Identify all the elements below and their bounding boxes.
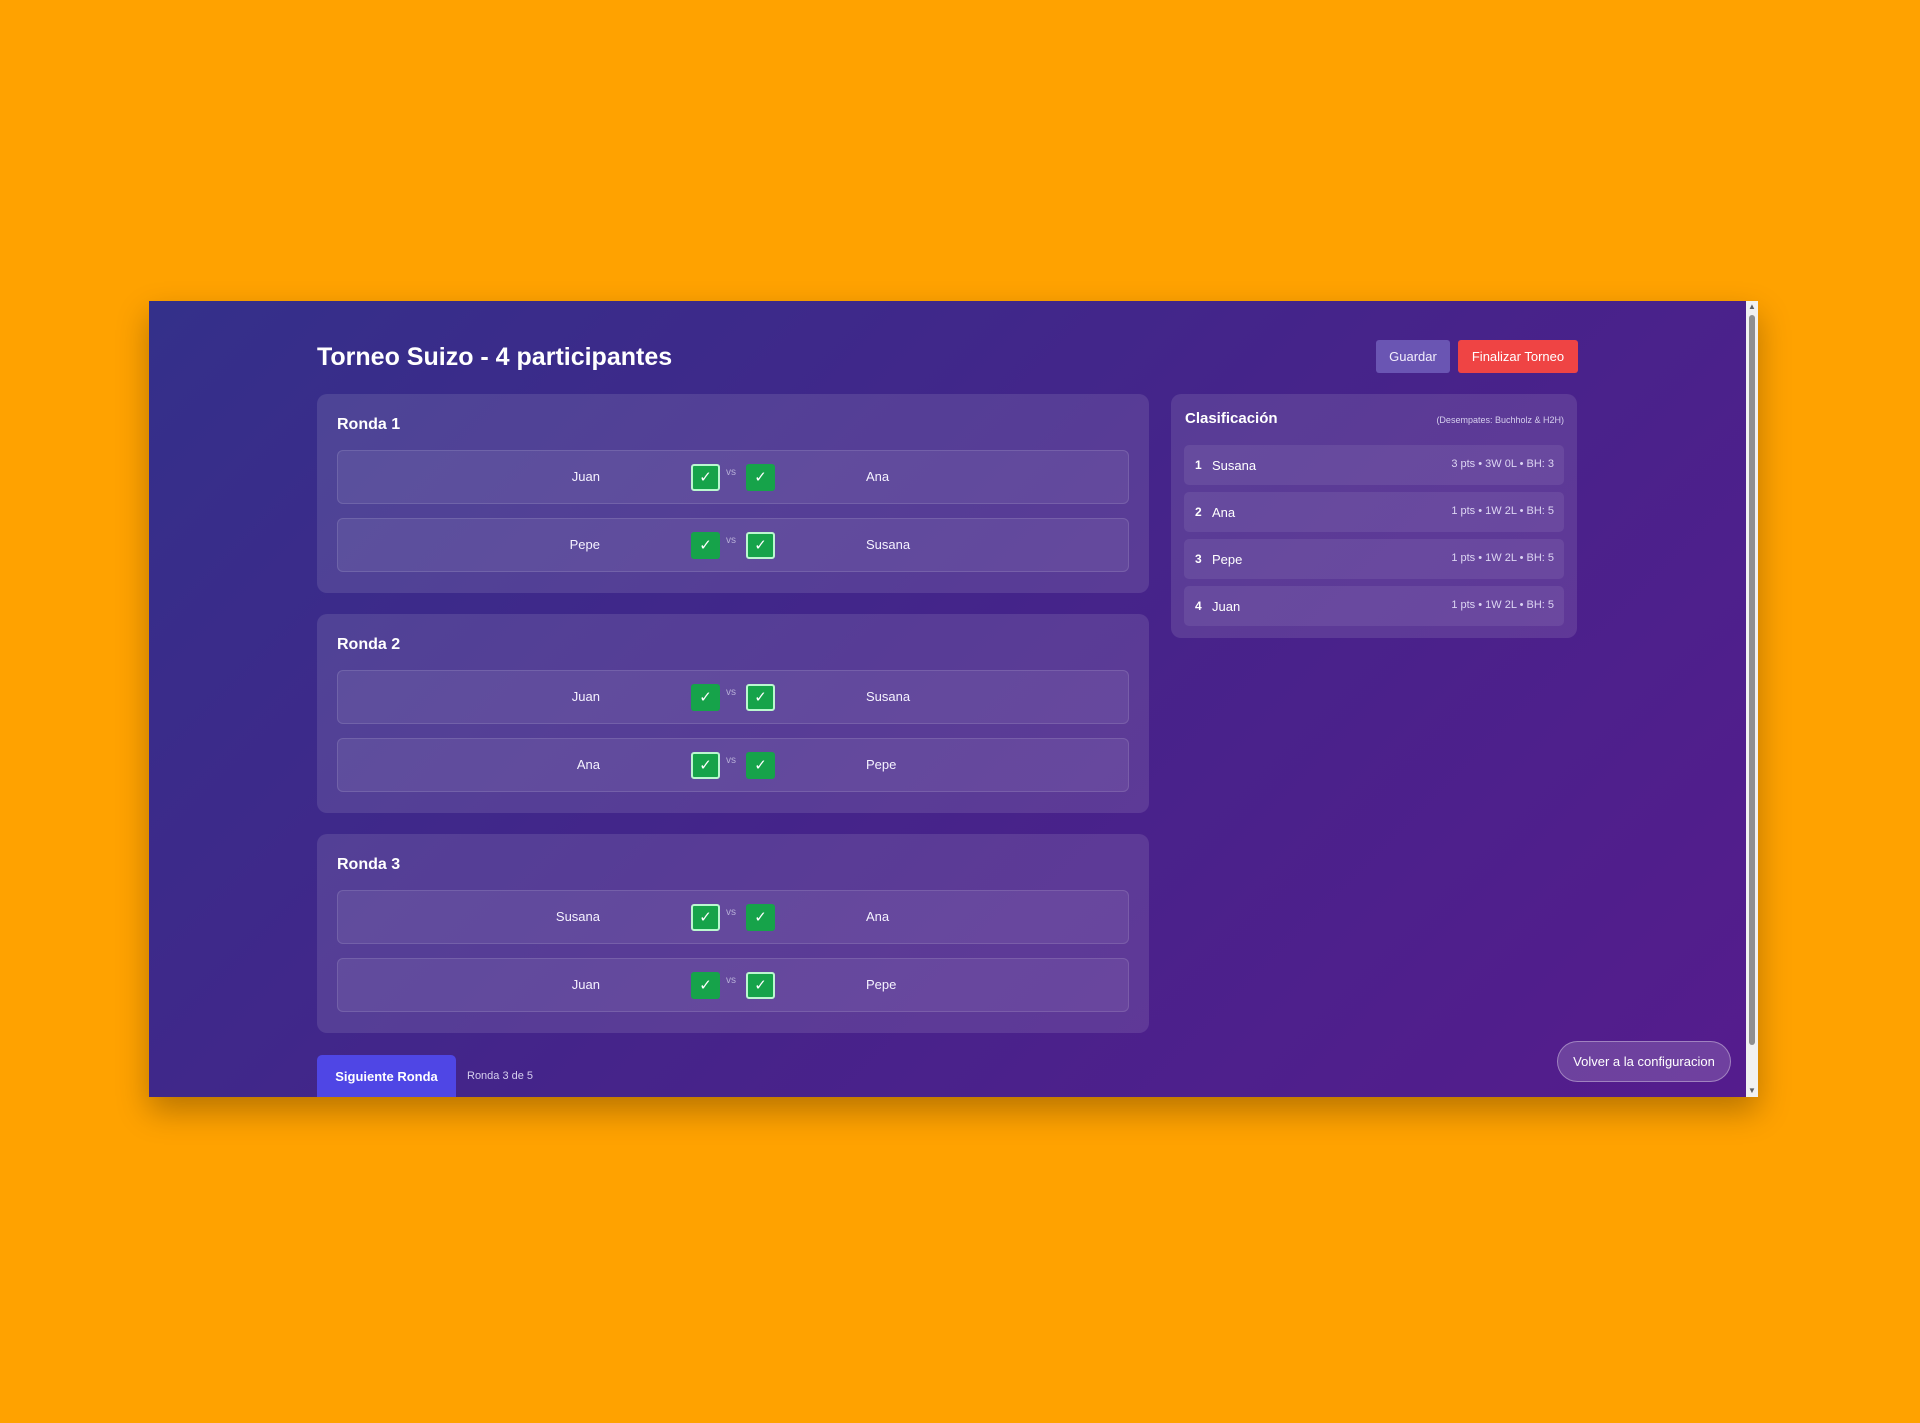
player-left-name: Juan xyxy=(571,469,600,484)
round-status: Ronda 3 de 5 xyxy=(467,1070,534,1082)
match-row: Juan ✓ vs ✓ Susana xyxy=(337,670,1129,724)
scrollbar-thumb[interactable] xyxy=(1749,315,1755,1045)
back-to-settings-button[interactable]: Volver a la configuracion xyxy=(1557,1041,1731,1082)
player-left-name: Ana xyxy=(576,757,600,772)
standings-row: 1 Susana 3 pts • 3W 0L • BH: 3 xyxy=(1184,445,1564,485)
vs-label: vs xyxy=(726,687,736,698)
check-icon[interactable]: ✓ xyxy=(691,684,720,711)
check-icon[interactable]: ✓ xyxy=(746,532,775,559)
page-title: Torneo Suizo - 4 participantes xyxy=(317,343,673,371)
scrollbar[interactable]: ▲ ▼ xyxy=(1746,301,1758,1097)
standings-rank: 2 xyxy=(1195,505,1202,519)
save-button[interactable]: Guardar xyxy=(1376,340,1450,373)
check-icon[interactable]: ✓ xyxy=(746,752,775,779)
standings-panel: Clasificación (Desempates: Buchholz & H2… xyxy=(1171,394,1577,638)
standings-stats: 3 pts • 3W 0L • BH: 3 xyxy=(1451,458,1554,470)
standings-row: 4 Juan 1 pts • 1W 2L • BH: 5 xyxy=(1184,586,1564,626)
player-right-name: Pepe xyxy=(866,977,897,992)
vs-label: vs xyxy=(726,535,736,546)
vs-label: vs xyxy=(726,467,736,478)
finish-tournament-button[interactable]: Finalizar Torneo xyxy=(1458,340,1578,373)
check-icon[interactable]: ✓ xyxy=(691,972,720,999)
check-icon[interactable]: ✓ xyxy=(691,752,720,779)
player-right-name: Pepe xyxy=(866,757,897,772)
standings-stats: 1 pts • 1W 2L • BH: 5 xyxy=(1451,599,1554,611)
player-left-name: Juan xyxy=(571,977,600,992)
tiebreak-note: (Desempates: Buchholz & H2H) xyxy=(1436,415,1564,425)
next-round-button[interactable]: Siguiente Ronda xyxy=(317,1055,456,1097)
round-title: Ronda 2 xyxy=(337,636,401,653)
app-window: Torneo Suizo - 4 participantes Guardar F… xyxy=(149,301,1758,1097)
round-title: Ronda 3 xyxy=(337,856,401,873)
scroll-down-arrow-icon[interactable]: ▼ xyxy=(1746,1085,1758,1097)
check-icon[interactable]: ✓ xyxy=(746,684,775,711)
player-left-name: Pepe xyxy=(569,537,600,552)
vs-label: vs xyxy=(726,755,736,766)
match-row: Susana ✓ vs ✓ Ana xyxy=(337,890,1129,944)
standings-stats: 1 pts • 1W 2L • BH: 5 xyxy=(1451,505,1554,517)
check-icon[interactable]: ✓ xyxy=(691,464,720,491)
round-card-1: Ronda 1 Juan ✓ vs ✓ Ana Pepe ✓ vs ✓ Susa… xyxy=(317,394,1149,593)
check-icon[interactable]: ✓ xyxy=(746,904,775,931)
standings-name: Juan xyxy=(1212,599,1241,614)
standings-rank: 4 xyxy=(1195,599,1202,613)
check-icon[interactable]: ✓ xyxy=(746,972,775,999)
standings-row: 2 Ana 1 pts • 1W 2L • BH: 5 xyxy=(1184,492,1564,532)
standings-stats: 1 pts • 1W 2L • BH: 5 xyxy=(1451,552,1554,564)
player-left-name: Susana xyxy=(555,909,600,924)
player-right-name: Susana xyxy=(866,689,911,704)
check-icon[interactable]: ✓ xyxy=(691,904,720,931)
standings-rank: 1 xyxy=(1195,458,1202,472)
round-title: Ronda 1 xyxy=(337,416,401,433)
standings-rank: 3 xyxy=(1195,552,1202,566)
player-left-name: Juan xyxy=(571,689,600,704)
player-right-name: Susana xyxy=(866,537,911,552)
standings-title: Clasificación xyxy=(1185,410,1278,427)
vs-label: vs xyxy=(726,975,736,986)
match-row: Juan ✓ vs ✓ Pepe xyxy=(337,958,1129,1012)
standings-name: Ana xyxy=(1212,505,1236,520)
player-right-name: Ana xyxy=(866,909,890,924)
match-row: Pepe ✓ vs ✓ Susana xyxy=(337,518,1129,572)
round-card-3: Ronda 3 Susana ✓ vs ✓ Ana Juan ✓ vs ✓ Pe… xyxy=(317,834,1149,1033)
standings-row: 3 Pepe 1 pts • 1W 2L • BH: 5 xyxy=(1184,539,1564,579)
round-card-2: Ronda 2 Juan ✓ vs ✓ Susana Ana ✓ vs ✓ Pe… xyxy=(317,614,1149,813)
check-icon[interactable]: ✓ xyxy=(691,532,720,559)
match-row: Juan ✓ vs ✓ Ana xyxy=(337,450,1129,504)
scroll-up-arrow-icon[interactable]: ▲ xyxy=(1746,301,1758,313)
match-row: Ana ✓ vs ✓ Pepe xyxy=(337,738,1129,792)
player-right-name: Ana xyxy=(866,469,890,484)
vs-label: vs xyxy=(726,907,736,918)
standings-name: Pepe xyxy=(1212,552,1243,567)
check-icon[interactable]: ✓ xyxy=(746,464,775,491)
standings-name: Susana xyxy=(1212,458,1257,473)
